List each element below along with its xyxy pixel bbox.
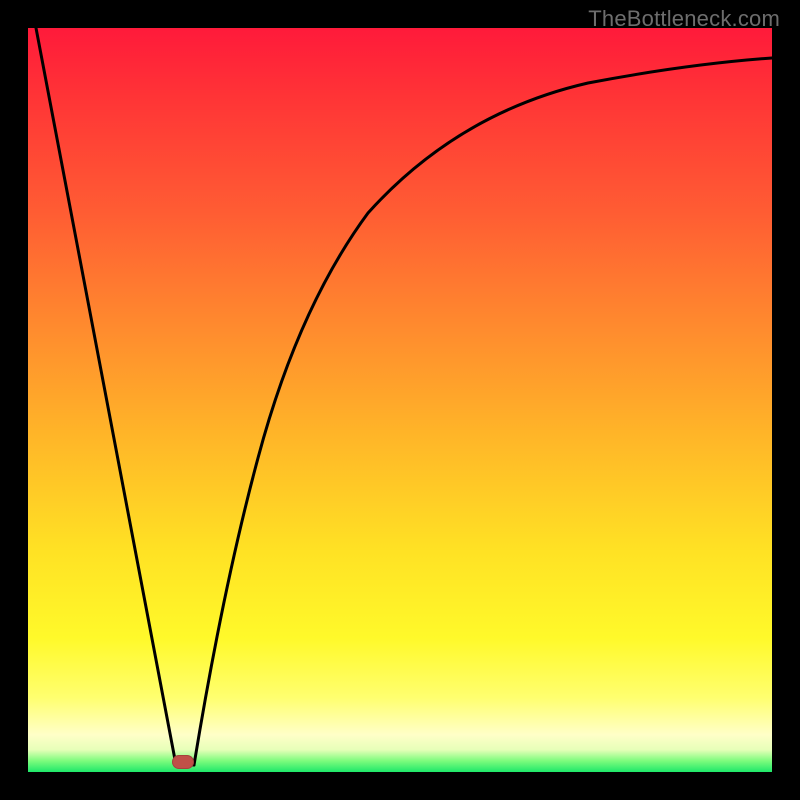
watermark-text: TheBottleneck.com — [588, 6, 780, 32]
chart-frame: TheBottleneck.com — [0, 0, 800, 800]
bottleneck-curve — [28, 28, 772, 772]
optimum-marker — [172, 755, 194, 769]
plot-area — [28, 28, 772, 772]
curve-left-branch — [36, 28, 176, 765]
curve-right-branch — [194, 58, 772, 765]
